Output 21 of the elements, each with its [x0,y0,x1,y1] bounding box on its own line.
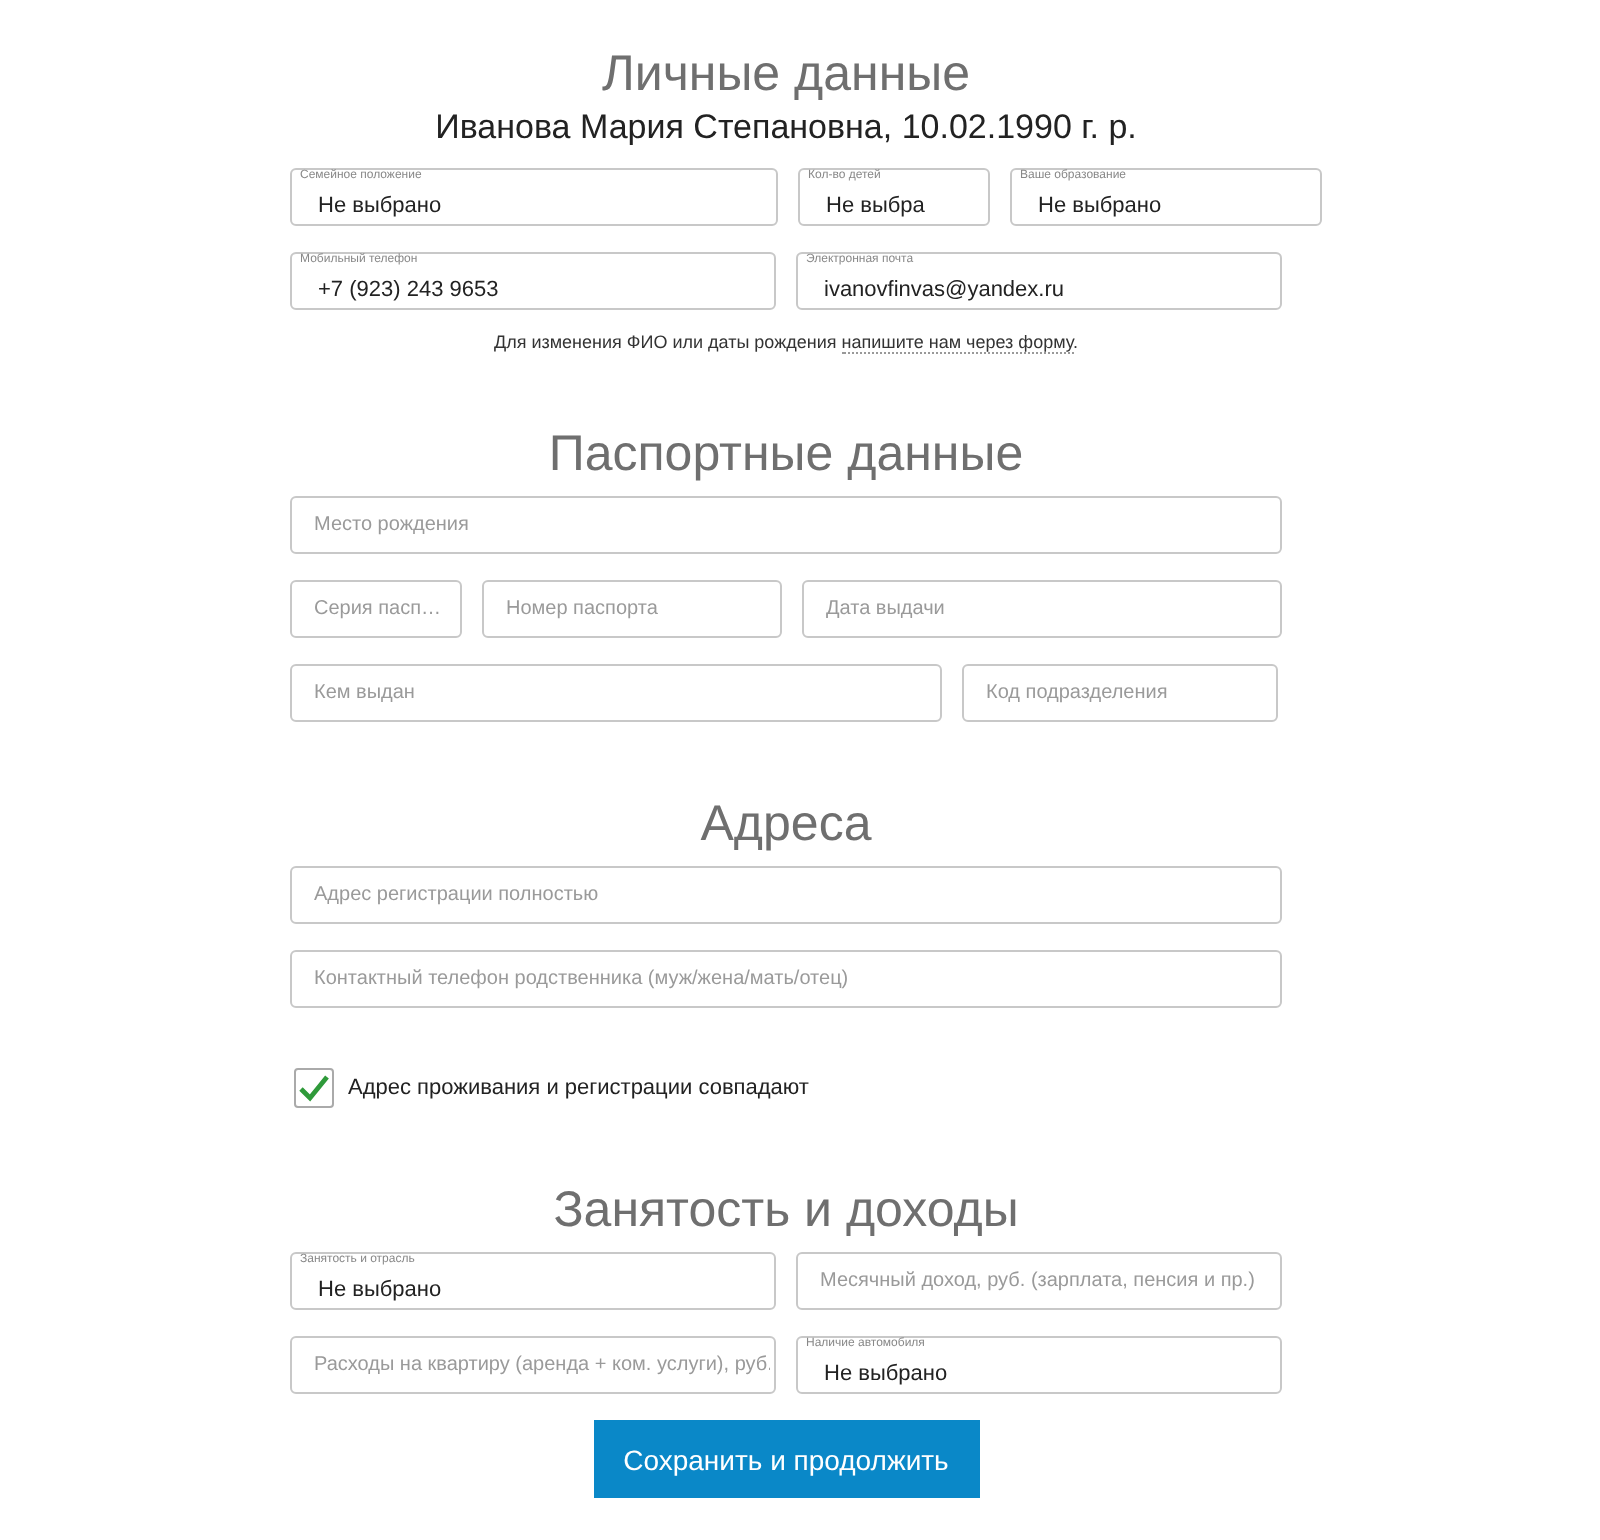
input-field[interactable]: Код подразделения [962,664,1278,722]
input-field[interactable]: Месячный доход, руб. (зарплата, пенсия и пр.) [796,1252,1282,1310]
input-field[interactable]: Адрес регистрации полностью [290,866,1282,924]
section-title: Адреса [698,794,874,854]
input-field[interactable]: Контактный телефон родственника (муж/жена/мать/отец) [290,950,1282,1008]
checkbox-label: Адрес проживания и регистрации совпадают [348,1076,809,1100]
section-title: Личные данные [600,44,972,104]
person-name: Иванова Мария Степановна, 10.02.1990 г. р. [433,108,1139,148]
section-title: Паспортные данные [546,424,1026,484]
form-link[interactable]: напишите нам через форму [841,332,1073,354]
input-field[interactable]: Кем выдан [290,664,942,722]
checkmark-icon [298,1074,330,1102]
checkbox[interactable] [294,1068,334,1108]
input-field[interactable]: Место рождения [290,496,1282,554]
input-field[interactable]: Дата выдачи [802,580,1282,638]
input-field[interactable]: Серия пасп… [290,580,462,638]
save-button[interactable]: Сохранить и продолжить [593,1420,979,1498]
input-field[interactable]: Расходы на квартиру (аренда + ком. услуги), руб. [290,1336,776,1394]
section-title: Занятость и доходы [551,1180,1021,1240]
input-field[interactable]: Номер паспорта [482,580,782,638]
info-note: Для изменения ФИО или даты рождения напишите нам через форму. [491,332,1081,352]
